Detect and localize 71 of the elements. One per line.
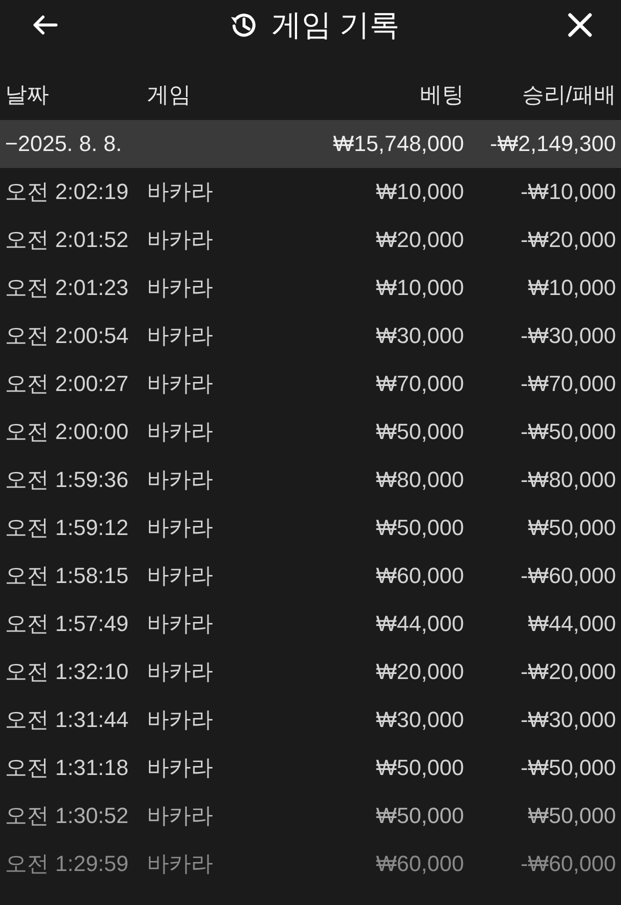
game-cell-text: 바카라 bbox=[147, 562, 214, 590]
bet-cell-text: ₩10,000 bbox=[374, 275, 464, 301]
bet-cell-text: ₩44,000 bbox=[374, 611, 464, 637]
bet-cell-text: ₩60,000 bbox=[374, 851, 464, 877]
bet-cell-text: ₩30,000 bbox=[374, 707, 464, 733]
game-cell-text: 바카라 bbox=[147, 418, 214, 446]
result-cell-text: -₩30,000 bbox=[520, 323, 616, 349]
total-bet-cell-text: ₩15,748,000 bbox=[332, 131, 464, 157]
time-cell-text: 오전 1:32:10 bbox=[5, 658, 130, 686]
close-button[interactable] bbox=[567, 12, 593, 38]
game-cell-text: 바카라 bbox=[147, 274, 214, 302]
bet-cell-text: ₩30,000 bbox=[374, 323, 464, 349]
time-cell-text: 오전 2:00:00 bbox=[5, 418, 130, 446]
game-cell-text: 바카라 bbox=[147, 610, 214, 638]
result-cell-text: -₩70,000 bbox=[520, 371, 616, 397]
bet-cell-text: ₩10,000 bbox=[374, 179, 464, 205]
time-cell-text: 오전 1:58:15 bbox=[5, 562, 130, 590]
result-cell-text: -₩30,000 bbox=[520, 707, 616, 733]
bet-cell-text: ₩50,000 bbox=[374, 755, 464, 781]
date-group-row[interactable]: −2025. 8. 8. ₩15,748,000 -₩2,149,300 bbox=[0, 120, 621, 168]
time-cell-text: 오전 1:59:36 bbox=[5, 466, 130, 494]
result-cell-text: -₩60,000 bbox=[520, 563, 616, 589]
bet-cell-text: ₩70,000 bbox=[374, 371, 464, 397]
time-cell-text: 오전 1:59:12 bbox=[5, 514, 130, 542]
bet-cell-text: ₩50,000 bbox=[374, 419, 464, 445]
result-cell-text: -₩20,000 bbox=[520, 227, 616, 253]
time-cell-text: 오전 2:01:52 bbox=[5, 226, 130, 254]
result-cell-text: -₩50,000 bbox=[520, 755, 616, 781]
bet-cell-text: ₩80,000 bbox=[374, 467, 464, 493]
bet-cell-text: ₩20,000 bbox=[374, 659, 464, 685]
game-cell-text: 바카라 bbox=[147, 226, 214, 254]
game-cell-text: 바카라 bbox=[147, 370, 214, 398]
bet-cell-text: ₩20,000 bbox=[374, 227, 464, 253]
bet-cell-text: ₩50,000 bbox=[374, 803, 464, 829]
bet-cell-text: ₩50,000 bbox=[374, 515, 464, 541]
time-cell-text: 오전 1:31:18 bbox=[5, 754, 130, 782]
game-cell-text: 바카라 bbox=[147, 850, 214, 878]
bet-cell-text: ₩60,000 bbox=[374, 563, 464, 589]
result-cell-text: -₩10,000 bbox=[520, 179, 616, 205]
collapse-toggle[interactable]: − bbox=[5, 131, 18, 156]
time-cell-text: 오전 2:01:23 bbox=[5, 274, 130, 302]
game-cell-text: 바카라 bbox=[147, 466, 214, 494]
result-cell-text: ₩44,000 bbox=[526, 611, 616, 637]
game-cell-text: 바카라 bbox=[147, 802, 214, 830]
time-cell-text: 오전 1:57:49 bbox=[5, 610, 130, 638]
time-cell-text: 오전 2:00:54 bbox=[5, 322, 130, 350]
result-cell-text: ₩50,000 bbox=[526, 515, 616, 541]
result-cell-text: ₩10,000 bbox=[526, 275, 616, 301]
total-result-cell-text: -₩2,149,300 bbox=[489, 131, 616, 157]
game-cell-text: 바카라 bbox=[147, 178, 214, 206]
column-header: 게임 bbox=[147, 81, 192, 109]
time-cell-text: 오전 1:29:59 bbox=[5, 850, 130, 878]
result-cell-text: ₩50,000 bbox=[526, 803, 616, 829]
column-header: 날짜 bbox=[5, 81, 50, 109]
result-cell-text: -₩80,000 bbox=[520, 467, 616, 493]
column-header: 베팅 bbox=[419, 81, 464, 109]
time-cell-text: 오전 1:31:44 bbox=[5, 706, 130, 734]
game-cell-text: 바카라 bbox=[147, 754, 214, 782]
column-header: 승리/패배 bbox=[520, 81, 616, 109]
result-cell-text: -₩50,000 bbox=[520, 419, 616, 445]
game-cell-text: 바카라 bbox=[147, 514, 214, 542]
result-cell-text: -₩20,000 bbox=[520, 659, 616, 685]
time-cell-text: 오전 2:02:19 bbox=[5, 178, 130, 206]
screen-title: 게임 기록 bbox=[271, 8, 400, 44]
time-cell-text: 오전 2:00:27 bbox=[5, 370, 130, 398]
game-cell-text: 바카라 bbox=[147, 706, 214, 734]
game-cell-text: 바카라 bbox=[147, 322, 214, 350]
time-cell-text: 오전 1:30:52 bbox=[5, 802, 130, 830]
result-cell-text: -₩60,000 bbox=[520, 851, 616, 877]
date-cell: 2025. 8. 8. bbox=[18, 131, 122, 156]
game-cell-text: 바카라 bbox=[147, 658, 214, 686]
